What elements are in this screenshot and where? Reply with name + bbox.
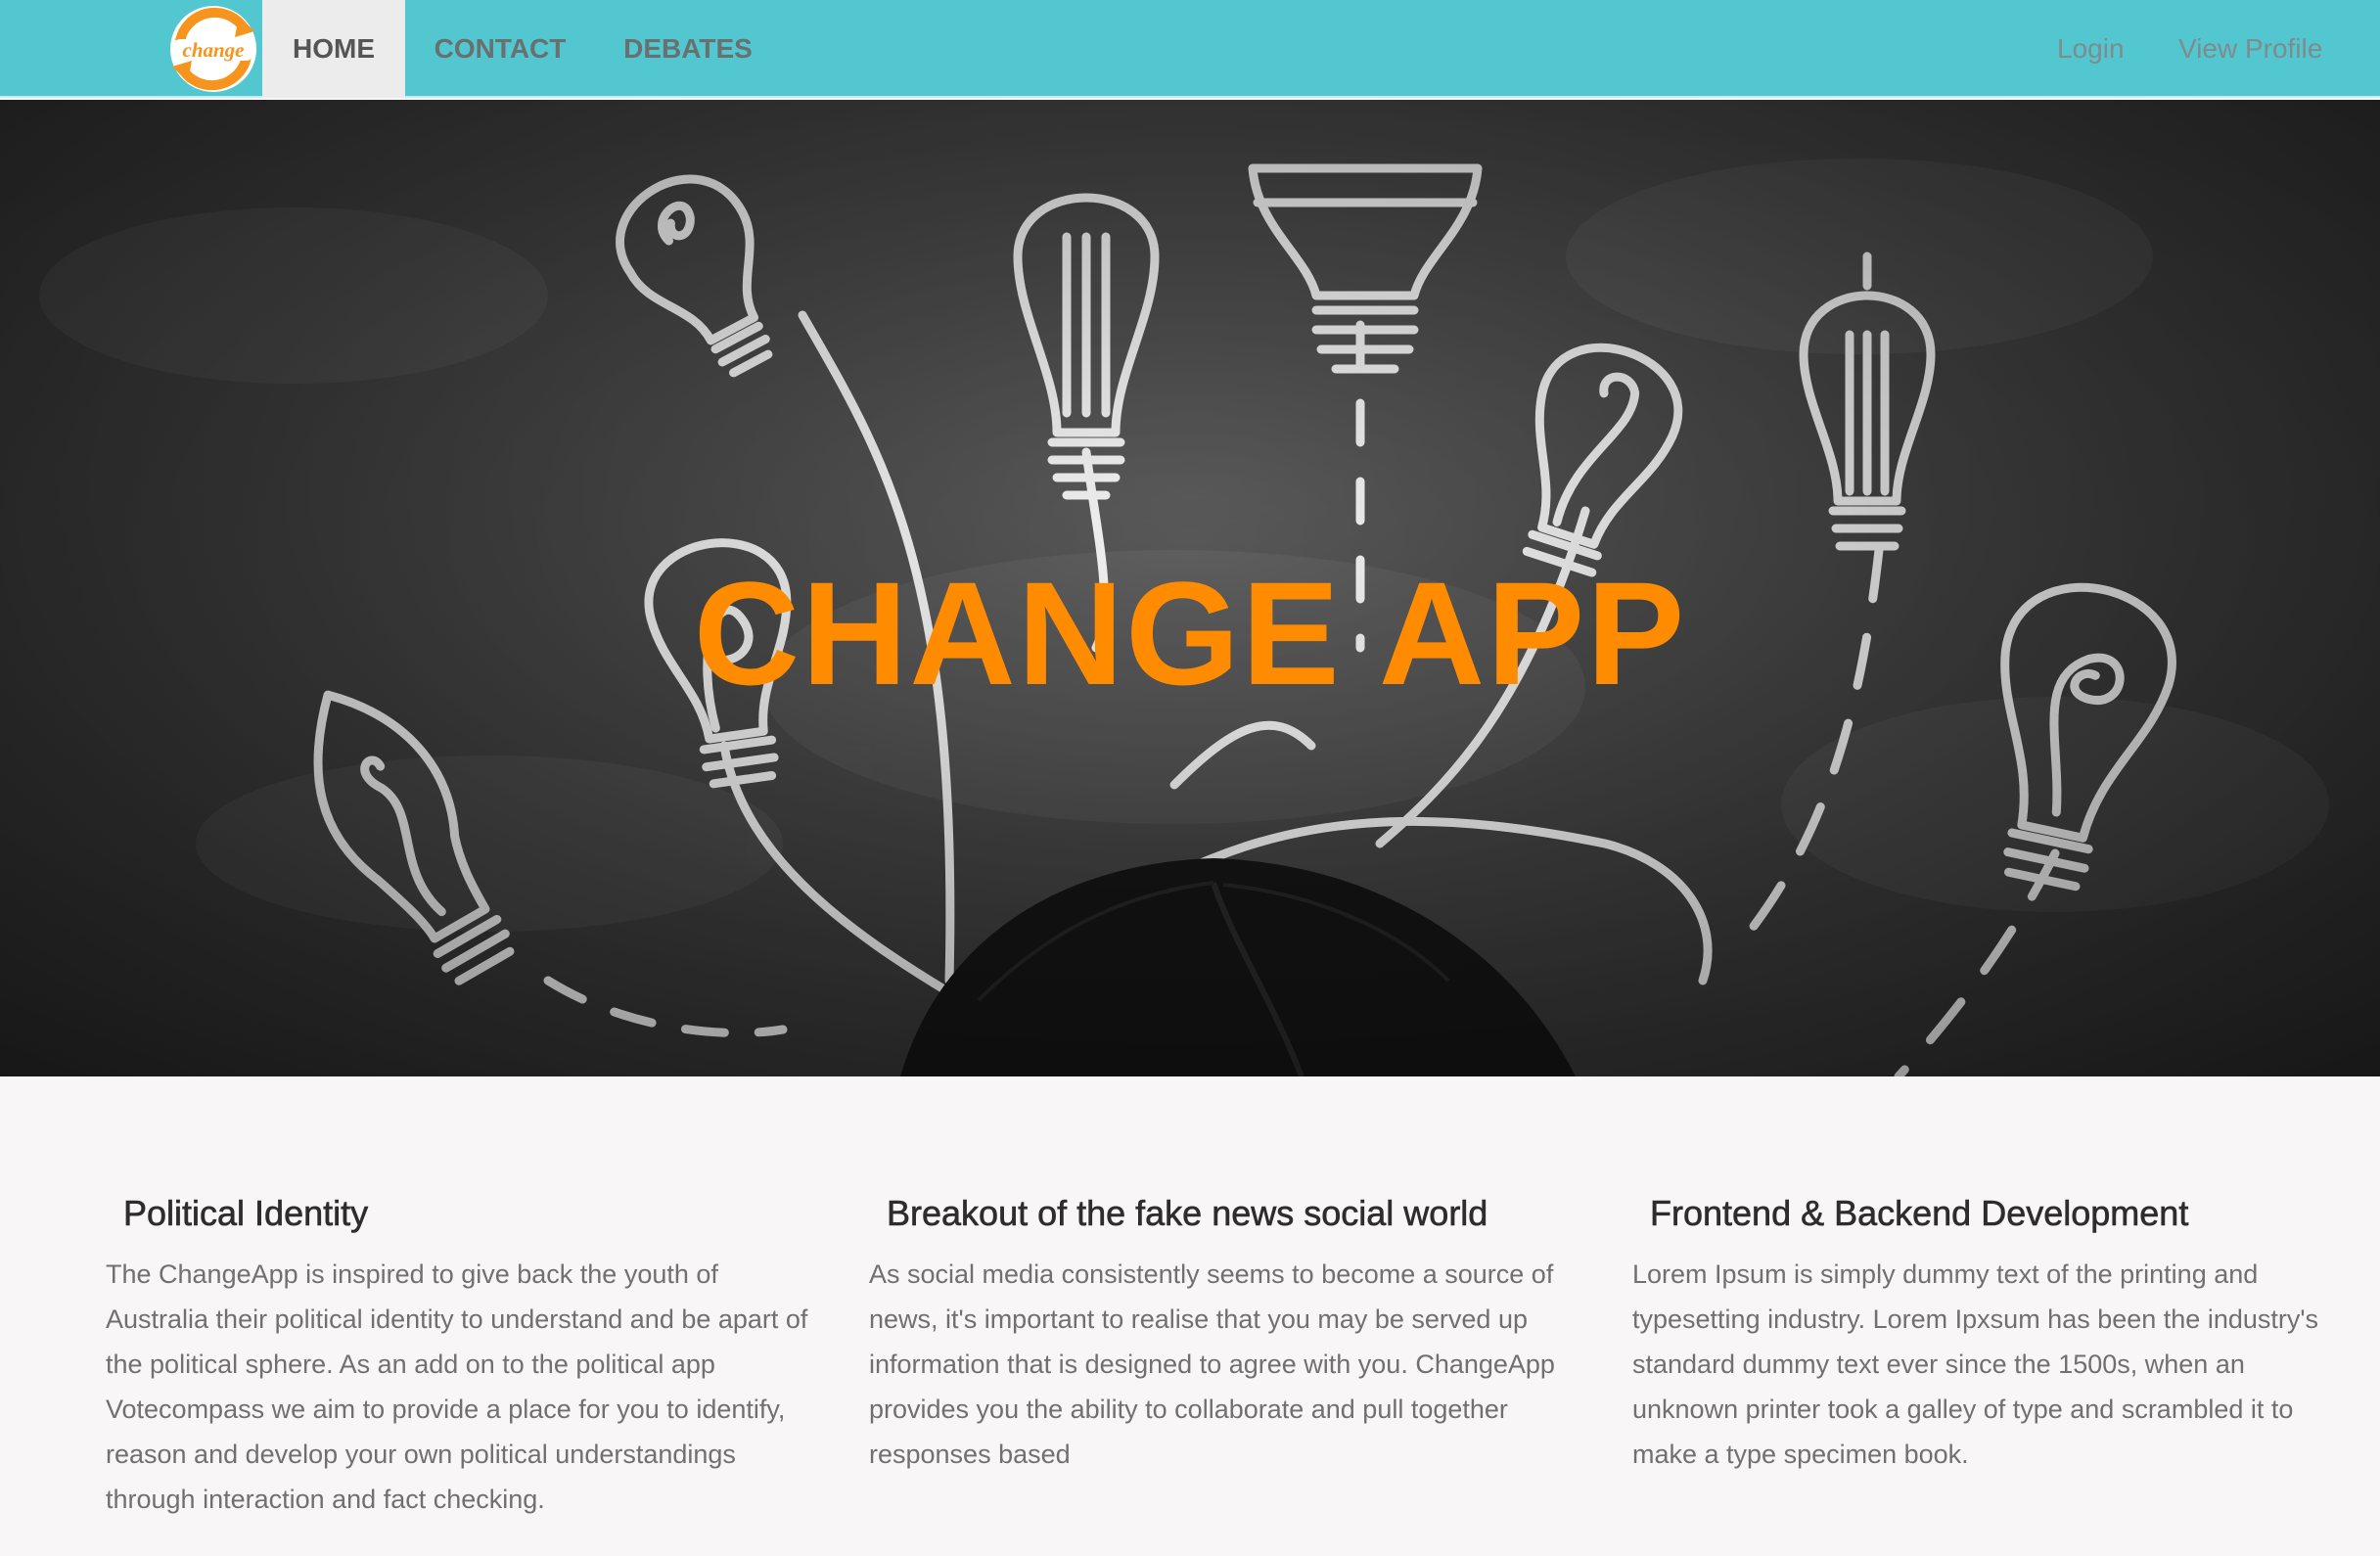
hero-title: CHANGE APP — [693, 551, 1687, 715]
nav-home[interactable]: HOME — [262, 0, 405, 98]
logo-text: change — [183, 38, 245, 62]
change-logo[interactable]: change — [166, 2, 260, 96]
view-profile-link[interactable]: View Profile — [2178, 0, 2322, 98]
feature-body: Lorem Ipsum is simply dummy text of the … — [1632, 1259, 2319, 1469]
feature-body: As social media consistently seems to be… — [869, 1259, 1555, 1469]
nav-debates[interactable]: DEBATES — [595, 0, 781, 98]
features-section: Political Identity The ChangeApp is insp… — [0, 1076, 2380, 1556]
feature-body: The ChangeApp is inspired to give back t… — [106, 1259, 808, 1514]
feature-development: Frontend & Backend Development Lorem Ips… — [1632, 1189, 2337, 1477]
feature-title: Breakout of the fake news social world — [887, 1193, 1488, 1234]
feature-fake-news: Breakout of the fake news social world A… — [869, 1189, 1574, 1477]
feature-political-identity: Political Identity The ChangeApp is insp… — [106, 1189, 810, 1522]
feature-title: Frontend & Backend Development — [1650, 1193, 2189, 1234]
change-logo-icon: change — [170, 6, 256, 92]
nav-contact[interactable]: CONTACT — [405, 0, 595, 98]
hero-banner: CHANGE APP — [0, 100, 2380, 1076]
navbar: change HOME CONTACT DEBATES Login View P… — [0, 0, 2380, 98]
feature-title: Political Identity — [123, 1193, 369, 1234]
login-link[interactable]: Login — [2057, 0, 2125, 98]
